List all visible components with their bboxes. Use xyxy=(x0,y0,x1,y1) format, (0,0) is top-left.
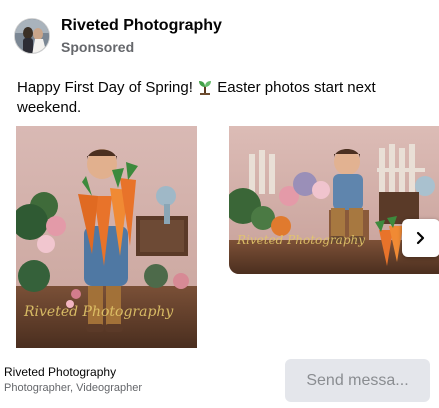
caption-text-start: Happy First Day of Spring! xyxy=(17,79,198,96)
send-message-label: Send messa... xyxy=(306,371,409,389)
send-message-button[interactable]: Send messa... xyxy=(285,359,430,402)
photo-watermark: Riveted Photography xyxy=(23,304,174,320)
page-name[interactable]: Riveted Photography xyxy=(61,16,222,36)
business-category: Photographer, Videographer xyxy=(4,382,143,394)
post-caption: Happy First Day of Spring! Easter photos… xyxy=(17,78,417,118)
business-name[interactable]: Riveted Photography xyxy=(4,365,116,379)
photo-watermark: Riveted Photography xyxy=(236,233,365,247)
sponsored-label: Sponsored xyxy=(61,39,135,55)
post-header: Riveted Photography Sponsored xyxy=(14,17,222,55)
carousel-photo-1: Riveted Photography xyxy=(16,126,197,348)
profile-photo-icon xyxy=(15,19,49,53)
carousel-next-button[interactable] xyxy=(402,219,439,257)
post-header-text: Riveted Photography Sponsored xyxy=(61,16,222,56)
carousel-card-1[interactable]: Riveted Photography xyxy=(16,126,197,348)
seedling-icon xyxy=(199,81,212,95)
chevron-right-icon xyxy=(416,231,425,245)
avatar[interactable] xyxy=(14,18,50,54)
